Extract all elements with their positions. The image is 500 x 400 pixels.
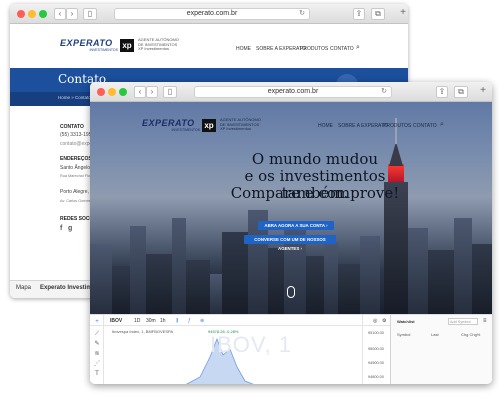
nav-contato[interactable]: CONTATO xyxy=(413,123,437,129)
reload-icon[interactable]: ↻ xyxy=(381,87,387,97)
contact-heading: CONTATO xyxy=(60,124,84,130)
xp-logo: xp xyxy=(202,118,216,132)
logo-subtitle: INVESTIMENTOS xyxy=(89,48,118,52)
tabs-icon[interactable]: ⧉ xyxy=(454,86,468,98)
minimize-window-button[interactable] xyxy=(108,88,116,96)
sidebar-icon[interactable]: ▯ xyxy=(163,86,177,98)
interval-1d[interactable]: 1D xyxy=(134,318,140,324)
add-symbol-input[interactable]: Add Symbol xyxy=(448,318,478,325)
indicators-icon[interactable]: ƒ xyxy=(188,318,191,324)
addresses-heading: ENDEREÇOS xyxy=(60,156,92,162)
chart-title: Ibovespa Index, 1, BMFBOVESPA xyxy=(112,329,174,334)
trading-chart-panel: + ⟋ ✎ ≋ ⋰ T IBOV 1D 30m 1h ⫼ ƒ ⊕ ◎ ⚙ Ibo… xyxy=(90,314,492,384)
forward-nav-icon[interactable]: › xyxy=(146,86,158,98)
open-account-label: ABRA AGORA A SUA CONTA xyxy=(264,223,325,228)
zoom-window-button[interactable] xyxy=(119,88,127,96)
back-nav-icon[interactable]: ‹ xyxy=(54,8,66,20)
xp-logo: xp xyxy=(120,38,134,52)
nav-home[interactable]: HOME xyxy=(236,46,251,52)
reload-icon[interactable]: ↻ xyxy=(299,9,305,19)
fib-icon[interactable]: ≋ xyxy=(94,351,100,357)
google-plus-icon[interactable]: g xyxy=(68,225,72,232)
text-tool-icon[interactable]: T xyxy=(94,371,100,377)
hero-line-1: O mundo mudou xyxy=(251,150,379,168)
nav-produtos[interactable]: PRODUTOS xyxy=(383,123,411,129)
sidebar-icon[interactable]: ▯ xyxy=(83,8,97,20)
logo-subtitle: INVESTIMENTOS xyxy=(171,128,200,132)
address-bar[interactable]: experato.com.br ↻ xyxy=(114,8,310,20)
site-header: EXPERATO INVESTIMENTOS xp AGENTE AUTÔNOM… xyxy=(10,24,408,72)
nav-home[interactable]: HOME xyxy=(318,123,333,129)
pattern-icon[interactable]: ⋰ xyxy=(94,361,100,367)
price-axis[interactable]: 95100.00 95000.00 94900.00 94800.00 xyxy=(362,315,390,384)
tab-mapa[interactable]: Mapa xyxy=(16,285,31,291)
address-bar[interactable]: experato.com.br ↻ xyxy=(194,86,392,98)
nav-contato[interactable]: CONTATO xyxy=(330,46,354,52)
interval-1h[interactable]: 1h xyxy=(160,318,166,324)
minimize-window-button[interactable] xyxy=(28,10,36,18)
browser-toolbar: ‹ › ▯ experato.com.br ↻ ⇪ ⧉ + xyxy=(10,4,408,24)
agent-line-3: XP Investimentos xyxy=(220,126,252,132)
trend-line-icon[interactable]: ⟋ xyxy=(94,331,100,337)
hero-line-3: Compare e comprove! xyxy=(230,184,400,202)
front-browser-window: ‹ › ▯ experato.com.br ↻ ⇪ ⧉ + EXPERATO I… xyxy=(90,82,492,384)
breadcrumb[interactable]: Home » Contato xyxy=(58,95,91,100)
watchlist-menu-icon[interactable]: ≡ xyxy=(483,318,487,324)
search-icon[interactable]: ⌕ xyxy=(440,121,444,129)
interval-30m[interactable]: 30m xyxy=(146,318,156,324)
nav-sobre[interactable]: SOBRE A EXPERATO xyxy=(256,46,306,52)
open-account-button[interactable]: ABRA AGORA A SUA CONTA › xyxy=(258,221,334,230)
facebook-icon[interactable]: f xyxy=(60,225,62,232)
new-tab-icon[interactable]: + xyxy=(398,8,408,20)
logo-wordmark: EXPERATO xyxy=(60,38,113,48)
price-tick-4: 94800.00 xyxy=(368,375,384,379)
url-text: experato.com.br xyxy=(186,10,238,17)
logo-wordmark: EXPERATO xyxy=(142,118,195,128)
price-tick-1: 95100.00 xyxy=(368,331,384,335)
price-tick-2: 95000.00 xyxy=(368,347,384,351)
col-change[interactable]: Chg Chg% xyxy=(461,332,480,337)
col-last[interactable]: Last xyxy=(431,332,439,337)
talk-agent-button[interactable]: CONVERSE COM UM DE NOSSOS AGENTES › xyxy=(244,235,336,251)
forward-nav-icon[interactable]: › xyxy=(66,8,78,20)
nav-sobre[interactable]: SOBRE A EXPERATO xyxy=(338,123,388,129)
price-tick-3: 94900.00 xyxy=(368,361,384,365)
watchlist-panel: Watchlist Add Symbol ≡ Symbol Last Chg C… xyxy=(390,315,492,384)
brush-icon[interactable]: ✎ xyxy=(94,341,100,347)
hero-image xyxy=(90,102,492,314)
tabs-icon[interactable]: ⧉ xyxy=(371,8,385,20)
scroll-down-icon[interactable] xyxy=(287,286,295,298)
nav-produtos[interactable]: PRODUTOS xyxy=(300,46,328,52)
close-window-button[interactable] xyxy=(17,10,25,18)
search-icon[interactable]: ⌕ xyxy=(356,44,360,52)
share-icon[interactable]: ⇪ xyxy=(436,86,448,98)
watchlist-title: Watchlist xyxy=(397,319,415,324)
symbol-input[interactable]: IBOV xyxy=(110,318,122,324)
chart-top-toolbar: IBOV 1D 30m 1h ⫼ ƒ ⊕ ◎ ⚙ xyxy=(90,315,390,326)
close-window-button[interactable] xyxy=(97,88,105,96)
col-symbol[interactable]: Symbol xyxy=(397,332,410,337)
site-logo[interactable]: EXPERATO INVESTIMENTOS xp AGENTE AUTÔNOM… xyxy=(142,117,261,132)
zoom-window-button[interactable] xyxy=(39,10,47,18)
candles-icon[interactable]: ⫼ xyxy=(176,318,178,324)
agent-line-3: XP Investimentos xyxy=(138,46,170,52)
browser-toolbar: ‹ › ▯ experato.com.br ↻ ⇪ ⧉ + xyxy=(90,82,492,102)
new-tab-icon[interactable]: + xyxy=(478,86,488,98)
compare-icon[interactable]: ⊕ xyxy=(200,318,204,324)
back-nav-icon[interactable]: ‹ xyxy=(134,86,146,98)
site-logo[interactable]: EXPERATO INVESTIMENTOS xp AGENTE AUTÔNOM… xyxy=(60,37,179,52)
url-text: experato.com.br xyxy=(267,88,319,95)
symbol-watermark: IBOV, 1 xyxy=(210,332,293,357)
share-icon[interactable]: ⇪ xyxy=(353,8,365,20)
